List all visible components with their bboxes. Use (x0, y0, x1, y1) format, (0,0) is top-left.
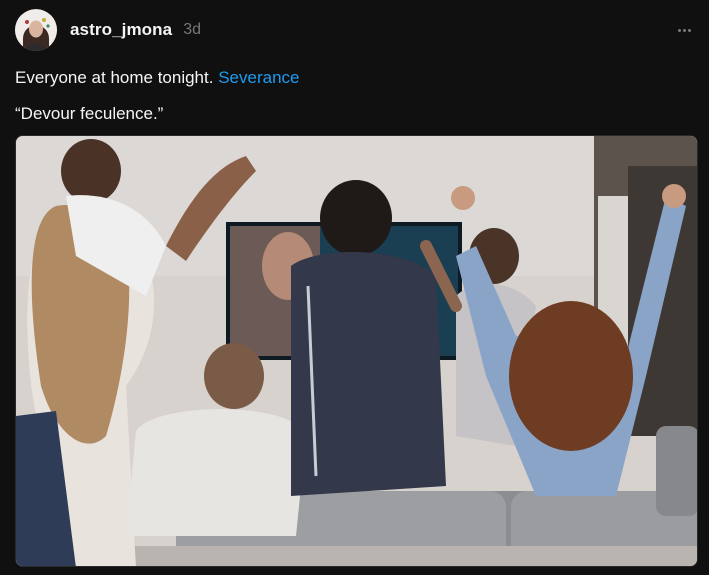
caption-quote: “Devour feculence.” (15, 104, 164, 123)
user-avatar[interactable] (15, 9, 57, 51)
avatar-portrait-icon (15, 9, 57, 51)
more-dot (687, 28, 691, 32)
post-header: astro_jmona 3d (15, 9, 201, 51)
post-card: astro_jmona 3d Everyone at home tonight.… (0, 0, 709, 575)
more-horizontal-icon (677, 28, 681, 32)
topic-tag-link[interactable]: Severance (218, 68, 299, 87)
caption-line: Everyone at home tonight. Severance (15, 67, 299, 89)
username[interactable]: astro_jmona (70, 20, 172, 40)
more-dot (682, 28, 686, 32)
post-timestamp: 3d (183, 21, 201, 38)
more-options-button[interactable] (674, 20, 694, 40)
post-media-video[interactable] (15, 135, 698, 567)
video-still-image (16, 136, 697, 566)
caption-text: Everyone at home tonight. (15, 68, 214, 87)
